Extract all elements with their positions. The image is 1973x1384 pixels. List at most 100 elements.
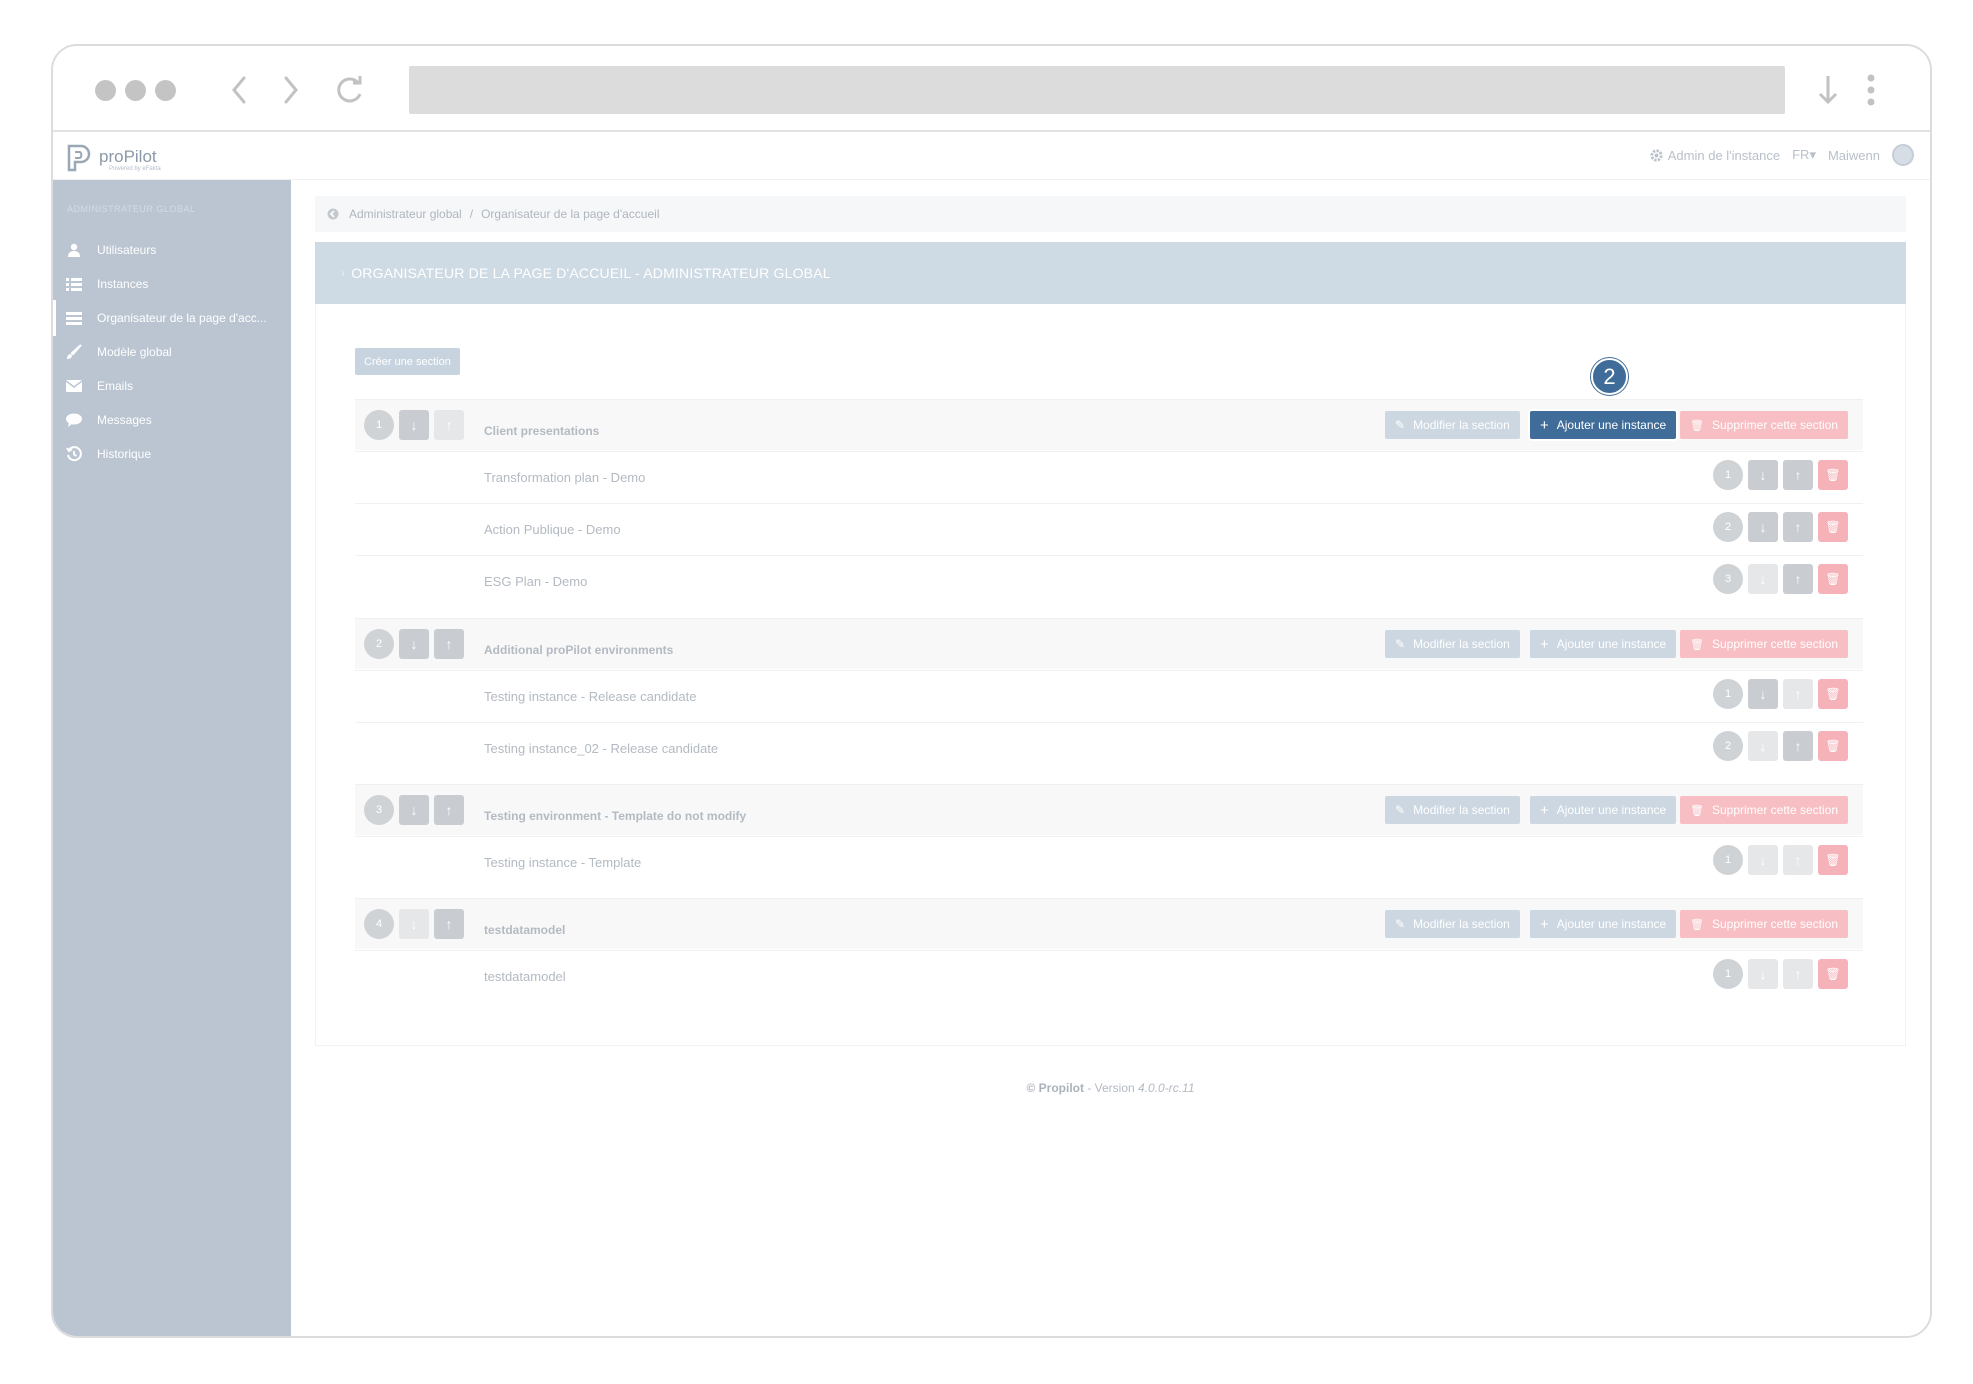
- back-circle-icon[interactable]: [327, 208, 339, 220]
- move-down-icon[interactable]: ↓: [399, 410, 429, 440]
- move-down-icon[interactable]: ↓: [1748, 460, 1778, 490]
- delete-section-button[interactable]: 🗑 Supprimer cette section: [1680, 796, 1849, 824]
- trash-icon[interactable]: 🗑: [1818, 731, 1848, 761]
- instance-number-badge[interactable]: 3: [1713, 564, 1743, 594]
- propilot-logo-icon: [67, 144, 91, 172]
- instance-title[interactable]: ESG Plan - Demo: [484, 574, 587, 589]
- brand-name: proPilot: [99, 147, 157, 166]
- edit-icon: ✎: [1395, 637, 1406, 651]
- breadcrumb-root[interactable]: Administrateur global: [349, 207, 462, 221]
- move-down-icon[interactable]: ↓: [1748, 679, 1778, 709]
- sidebar-item-users[interactable]: Utilisateurs: [53, 232, 291, 268]
- window-dot[interactable]: [125, 80, 146, 101]
- delete-section-label: Supprimer cette section: [1711, 803, 1839, 817]
- panel-title: ORGANISATEUR DE LA PAGE D'ACCUEIL - ADMI…: [351, 265, 831, 281]
- sidebar-item-global-model[interactable]: Modèle global: [53, 334, 291, 370]
- user-name[interactable]: Maiwenn: [1828, 148, 1880, 163]
- move-up-icon[interactable]: ↑: [1783, 845, 1813, 875]
- sidebar-item-instances[interactable]: Instances: [53, 266, 291, 302]
- move-up-icon[interactable]: ↑: [1783, 679, 1813, 709]
- move-up-icon[interactable]: ↑: [1783, 512, 1813, 542]
- download-icon[interactable]: [1813, 68, 1843, 112]
- instance-title[interactable]: Testing instance - Release candidate: [484, 689, 696, 704]
- admin-link[interactable]: Admin de l'instance: [1649, 148, 1780, 163]
- move-down-icon[interactable]: ↓: [1748, 845, 1778, 875]
- section-title: Testing environment - Template do not mo…: [484, 809, 747, 823]
- move-up-icon[interactable]: ↑: [434, 629, 464, 659]
- move-down-icon[interactable]: ↓: [399, 909, 429, 939]
- move-down-icon[interactable]: ↓: [1748, 731, 1778, 761]
- window-dot[interactable]: [95, 80, 116, 101]
- add-instance-button[interactable]: + Ajouter une instance: [1530, 910, 1677, 938]
- move-up-icon[interactable]: ↑: [434, 410, 464, 440]
- sidebar-item-emails[interactable]: Emails: [53, 368, 291, 404]
- instance-number-badge[interactable]: 1: [1713, 460, 1743, 490]
- window-dot[interactable]: [155, 80, 176, 101]
- instance-number-badge[interactable]: 2: [1713, 512, 1743, 542]
- trash-icon[interactable]: 🗑: [1818, 460, 1848, 490]
- sidebar-item-history[interactable]: Historique: [53, 436, 291, 472]
- edit-section-button[interactable]: ✎ Modifier la section: [1385, 796, 1520, 824]
- instance-number-badge[interactable]: 2: [1713, 731, 1743, 761]
- list-item: Action Publique - Demo 2 ↓ ↑ 🗑: [355, 503, 1863, 556]
- sidebar-item-messages[interactable]: Messages: [53, 402, 291, 438]
- add-instance-button[interactable]: + Ajouter une instance: [1530, 630, 1677, 658]
- sidebar-item-label: Modèle global: [97, 345, 172, 359]
- section-title: Additional proPilot environments: [484, 643, 674, 657]
- instance-title[interactable]: Transformation plan - Demo: [484, 470, 645, 485]
- sidebar-item-label: Messages: [97, 413, 152, 427]
- delete-section-button[interactable]: 🗑 Supprimer cette section: [1680, 630, 1849, 658]
- instance-number-badge[interactable]: 1: [1713, 959, 1743, 989]
- section-number-badge[interactable]: 1: [364, 410, 394, 440]
- move-up-icon[interactable]: ↑: [1783, 959, 1813, 989]
- menu-icon[interactable]: [1861, 68, 1881, 112]
- back-icon[interactable]: [220, 68, 260, 112]
- sidebar-item-homepage-organizer[interactable]: Organisateur de la page d'acc...: [53, 300, 291, 336]
- app: proPilot Powered by eFakta Admin de l'in…: [53, 132, 1930, 1336]
- logo[interactable]: proPilot Powered by eFakta: [65, 140, 161, 174]
- language-dropdown[interactable]: FR▾: [1792, 147, 1816, 163]
- delete-section-button[interactable]: 🗑 Supprimer cette section: [1680, 910, 1849, 938]
- move-up-icon[interactable]: ↑: [434, 909, 464, 939]
- sidebar-item-label: Utilisateurs: [97, 243, 157, 257]
- edit-section-button[interactable]: ✎ Modifier la section: [1385, 630, 1520, 658]
- delete-section-button[interactable]: 🗑 Supprimer cette section: [1680, 411, 1849, 439]
- edit-section-label: Modifier la section: [1413, 803, 1510, 817]
- instance-title[interactable]: Action Publique - Demo: [484, 522, 621, 537]
- add-instance-button[interactable]: + Ajouter une instance: [1530, 796, 1677, 824]
- move-down-icon[interactable]: ↓: [399, 629, 429, 659]
- create-section-button[interactable]: Créer une section: [355, 348, 460, 375]
- move-down-icon[interactable]: ↓: [1748, 959, 1778, 989]
- trash-icon: 🗑: [1690, 918, 1704, 931]
- section-number-badge[interactable]: 3: [364, 795, 394, 825]
- edit-section-button[interactable]: ✎ Modifier la section: [1385, 910, 1520, 938]
- move-up-icon[interactable]: ↑: [1783, 731, 1813, 761]
- instance-number-badge[interactable]: 1: [1713, 845, 1743, 875]
- trash-icon[interactable]: 🗑: [1818, 512, 1848, 542]
- edit-section-button[interactable]: ✎ Modifier la section: [1385, 411, 1520, 439]
- forward-icon[interactable]: [270, 68, 310, 112]
- trash-icon[interactable]: 🗑: [1818, 564, 1848, 594]
- instance-title[interactable]: Testing instance_02 - Release candidate: [484, 741, 718, 756]
- add-instance-button[interactable]: + Ajouter une instance: [1530, 411, 1677, 439]
- delete-section-label: Supprimer cette section: [1711, 917, 1839, 931]
- trash-icon[interactable]: 🗑: [1818, 959, 1848, 989]
- panel-header[interactable]: › ORGANISATEUR DE LA PAGE D'ACCUEIL - AD…: [315, 242, 1906, 304]
- move-down-icon[interactable]: ↓: [399, 795, 429, 825]
- section-number-badge[interactable]: 4: [364, 909, 394, 939]
- trash-icon[interactable]: 🗑: [1818, 679, 1848, 709]
- browser-chrome: [53, 46, 1930, 132]
- instance-title[interactable]: testdatamodel: [484, 969, 566, 984]
- address-bar[interactable]: [409, 66, 1785, 114]
- move-up-icon[interactable]: ↑: [1783, 564, 1813, 594]
- reload-icon[interactable]: [329, 68, 369, 112]
- trash-icon[interactable]: 🗑: [1818, 845, 1848, 875]
- instance-title[interactable]: Testing instance - Template: [484, 855, 641, 870]
- move-up-icon[interactable]: ↑: [434, 795, 464, 825]
- move-down-icon[interactable]: ↓: [1748, 564, 1778, 594]
- avatar[interactable]: [1892, 144, 1914, 166]
- move-up-icon[interactable]: ↑: [1783, 460, 1813, 490]
- move-down-icon[interactable]: ↓: [1748, 512, 1778, 542]
- section-number-badge[interactable]: 2: [364, 629, 394, 659]
- instance-number-badge[interactable]: 1: [1713, 679, 1743, 709]
